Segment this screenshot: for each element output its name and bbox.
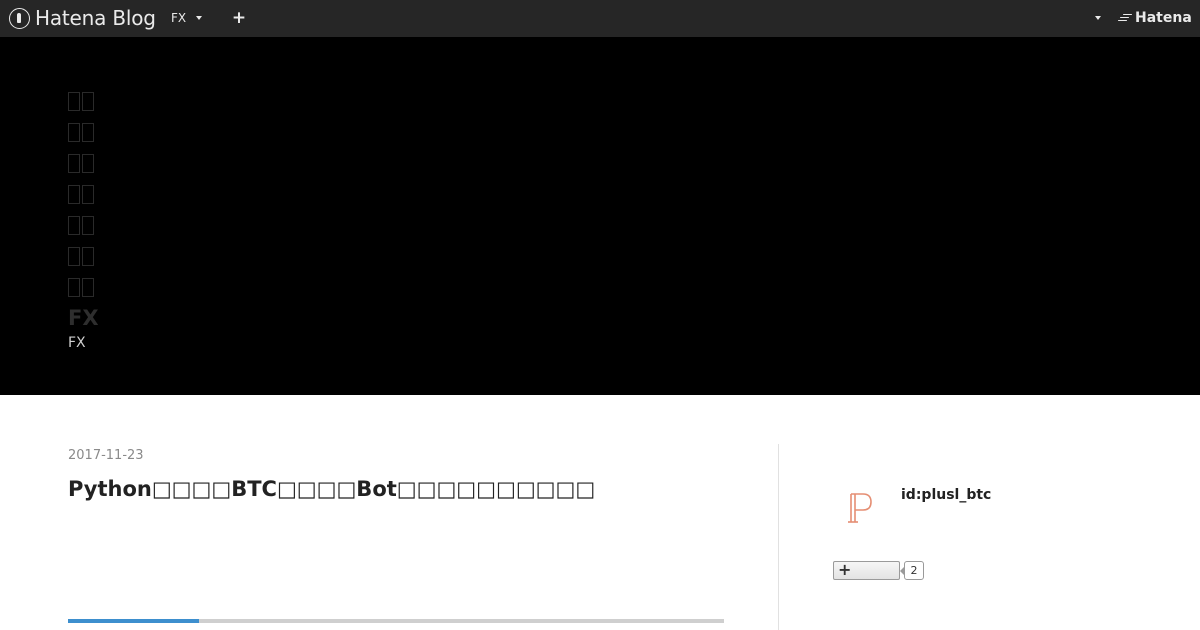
- logo-text: Hatena Blog: [35, 6, 156, 30]
- hatena-brand-text: Hatena: [1135, 10, 1192, 26]
- title-glyph-row: [68, 92, 94, 112]
- avatar[interactable]: [834, 483, 884, 533]
- title-glyph-row: [68, 185, 94, 205]
- missing-glyph-box: [68, 185, 80, 204]
- plus-icon: +: [838, 560, 852, 579]
- missing-glyph-box: [82, 278, 94, 297]
- blog-header: FX FX: [0, 37, 1200, 395]
- missing-glyph-box: [68, 278, 80, 297]
- missing-glyph-box: [82, 92, 94, 111]
- missing-glyph-box: [82, 185, 94, 204]
- chevron-down-icon: [196, 16, 203, 20]
- missing-glyph-box: [68, 247, 80, 266]
- title-glyph-row: [68, 278, 94, 298]
- hatena-blog-logo[interactable]: Hatena Blog: [9, 6, 156, 30]
- title-glyph-row: [68, 123, 94, 143]
- missing-glyph-box: [68, 92, 80, 111]
- blog-menu-label: FX: [171, 11, 187, 25]
- title-glyph-row: [68, 216, 94, 236]
- missing-glyph-box: [68, 154, 80, 173]
- missing-glyph-box: [82, 247, 94, 266]
- missing-glyph-box: [82, 123, 94, 142]
- reading-progress-fill: [68, 619, 200, 623]
- blog-menu[interactable]: FX: [171, 11, 203, 25]
- user-menu-chevron-down-icon[interactable]: [1095, 16, 1101, 20]
- title-glyph-row: [68, 247, 94, 267]
- entry-date[interactable]: 2017-11-23: [68, 448, 144, 463]
- profile-id[interactable]: id:plusl_btc: [901, 487, 991, 503]
- hatena-brand-icon: [1118, 13, 1132, 23]
- follower-count: 2: [900, 561, 924, 580]
- plus-icon[interactable]: +: [231, 9, 247, 27]
- title-glyph-row: [68, 154, 94, 174]
- entry-title[interactable]: Python□□□□BTC□□□□Bot□□□□□□□□□□: [68, 477, 595, 501]
- blog-title-glyphs: [68, 92, 94, 309]
- reading-progress-bar: [68, 619, 724, 623]
- hatena-brand-link[interactable]: Hatena: [1118, 10, 1192, 26]
- blog-description: FX: [68, 335, 86, 351]
- follow-button[interactable]: +: [833, 560, 900, 580]
- content-divider: [778, 444, 779, 630]
- missing-glyph-box: [82, 154, 94, 173]
- blog-title[interactable]: FX: [68, 306, 99, 330]
- hatena-blog-logo-icon: [9, 7, 30, 29]
- global-header: Hatena Blog FX + Hatena: [0, 0, 1200, 37]
- missing-glyph-box: [68, 216, 80, 235]
- missing-glyph-box: [68, 123, 80, 142]
- missing-glyph-box: [82, 216, 94, 235]
- profile-avatar-icon: [848, 493, 872, 523]
